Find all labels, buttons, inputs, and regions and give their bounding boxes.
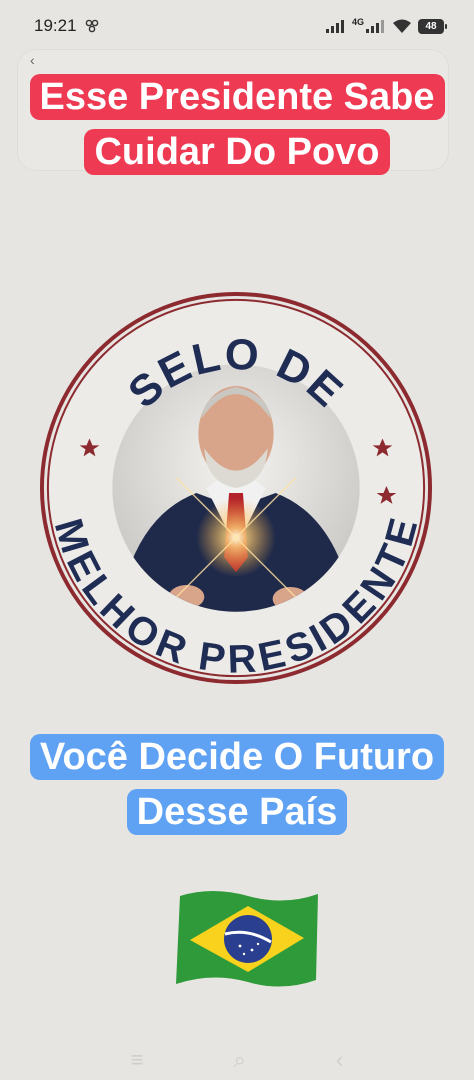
menu-icon[interactable]: ≡ (131, 1047, 144, 1073)
bottom-caption: Você Decide O Futuro Desse País (0, 730, 474, 840)
signal-icon (325, 20, 344, 33)
signal-icon-2 (366, 20, 384, 33)
top-caption-text: Esse Presidente Sabe Cuidar Do Povo (29, 74, 445, 175)
top-caption: Esse Presidente Sabe Cuidar Do Povo (0, 70, 474, 180)
president-seal: SELO DE MELHOR PRESIDENTE (39, 291, 433, 685)
navigation-bar: ≡ ⌕ ‹ (0, 1040, 474, 1080)
search-icon[interactable]: ⌕ (234, 1047, 246, 1073)
back-icon[interactable]: ‹ (30, 52, 35, 68)
back-nav-icon[interactable]: ‹ (336, 1047, 343, 1073)
notification-icon (85, 19, 98, 33)
status-left: 19:21 (34, 16, 99, 36)
network-type: 4G (351, 17, 364, 27)
bottom-caption-text: Você Decide O Futuro Desse País (29, 734, 445, 835)
battery-level: 48 (425, 20, 437, 32)
status-right: 4G 48 (325, 17, 447, 34)
status-bar: 19:21 4G 48 (0, 0, 474, 52)
wifi-icon (393, 19, 411, 33)
clock: 19:21 (34, 16, 77, 35)
brazil-flag-icon (176, 891, 318, 987)
battery-icon: 48 (418, 18, 447, 34)
